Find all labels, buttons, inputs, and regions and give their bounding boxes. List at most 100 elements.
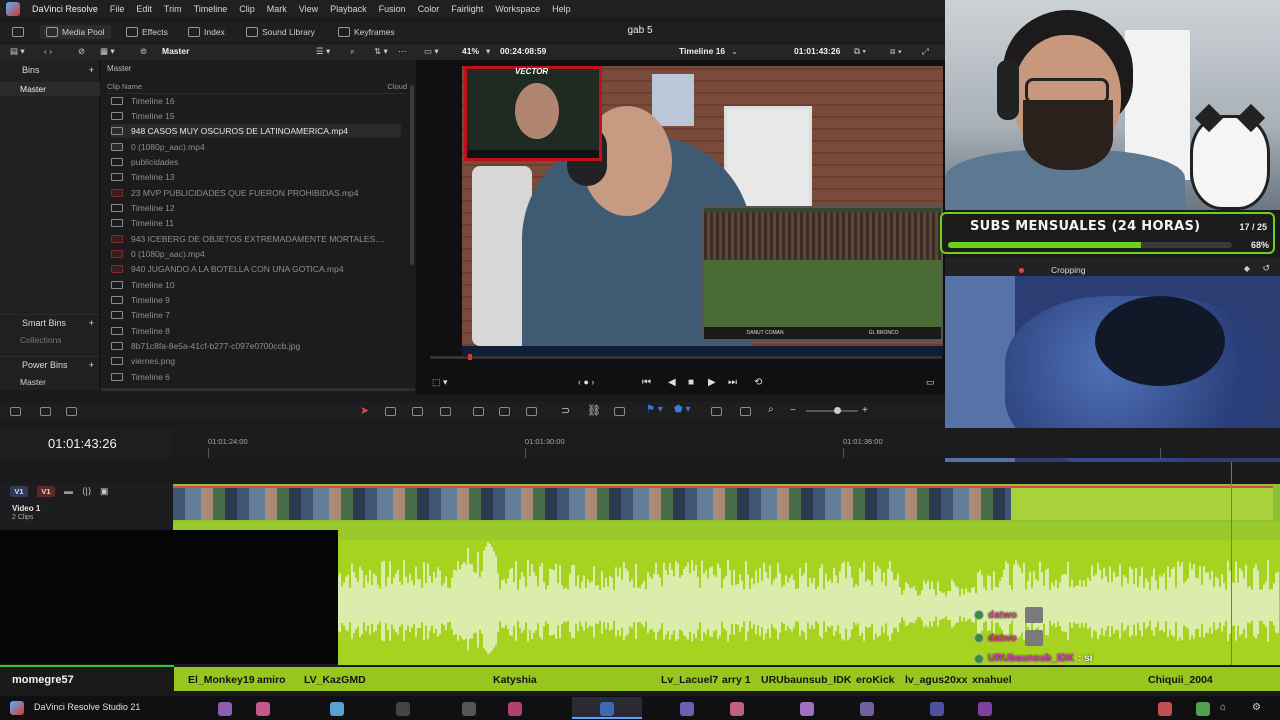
fullscreen-icon[interactable]: ⤢: [922, 46, 929, 57]
clip-item[interactable]: Timeline 12: [111, 201, 401, 215]
cinema-mode-icon[interactable]: ▭: [926, 377, 935, 388]
taskbar-app-icon[interactable]: [930, 702, 944, 716]
menu-trim[interactable]: Trim: [158, 4, 188, 14]
taskbar-app-icon[interactable]: [1158, 702, 1172, 716]
list-toggle-icon[interactable]: ☰ ▾: [316, 46, 330, 57]
media-pool-button[interactable]: Media Pool: [40, 25, 111, 39]
menu-fusion[interactable]: Fusion: [373, 4, 412, 14]
zoom-slider[interactable]: [806, 410, 858, 412]
crop-tool-icon[interactable]: ⬚ ▾: [432, 377, 448, 388]
menu-timeline[interactable]: Timeline: [188, 4, 234, 14]
clip-item[interactable]: Timeline 8: [111, 324, 401, 338]
clip-item[interactable]: Timeline 9: [111, 293, 401, 307]
menu-fairlight[interactable]: Fairlight: [445, 4, 489, 14]
index-button[interactable]: Index: [188, 25, 225, 39]
zoom-level[interactable]: 41%: [462, 46, 479, 56]
insert-clip-icon[interactable]: [473, 407, 484, 416]
metadata-icon[interactable]: ⊜: [140, 46, 147, 57]
timeline-dropdown-icon[interactable]: ⌄: [731, 46, 738, 57]
lock-icon[interactable]: [614, 407, 625, 416]
menu-edit[interactable]: Edit: [130, 4, 158, 14]
bin-options-icon[interactable]: ▦ ▾: [100, 46, 115, 57]
snapping-icon[interactable]: ⊃: [561, 404, 570, 417]
track-lock-icon[interactable]: ▬: [64, 486, 73, 496]
zoom-out-icon[interactable]: −: [790, 405, 796, 416]
taskbar-app-title[interactable]: DaVinci Resolve Studio 21: [34, 702, 140, 712]
menu-help[interactable]: Help: [546, 4, 577, 14]
clip-item[interactable]: 8b71c8fa-8e5a-41cf-b277-c097e0700ccb.jpg: [111, 339, 401, 353]
menu-playback[interactable]: Playback: [324, 4, 373, 14]
replace-clip-icon[interactable]: [526, 407, 537, 416]
taskbar-app-icon[interactable]: [730, 702, 744, 716]
home-icon[interactable]: ⌂: [1220, 702, 1226, 713]
taskbar-app-icon[interactable]: [396, 702, 410, 716]
detail-zoom-icon[interactable]: [740, 407, 751, 416]
reset-icon[interactable]: ↺: [1262, 263, 1270, 274]
taskbar-app-icon[interactable]: [860, 702, 874, 716]
zoom-slider-handle[interactable]: [834, 407, 841, 414]
power-bins-header[interactable]: Power Bins +: [0, 356, 100, 372]
resolve-app-icon[interactable]: [10, 701, 24, 715]
menu-file[interactable]: File: [104, 4, 131, 14]
safe-area-icon[interactable]: ⧈ ▾: [890, 46, 902, 57]
clip-item[interactable]: Timeline 15: [111, 109, 401, 123]
viewer-mode-icon[interactable]: ▭ ▾: [424, 46, 439, 57]
video-clip[interactable]: [173, 486, 1011, 520]
menu-workspace[interactable]: Workspace: [489, 4, 546, 14]
taskbar-app-icon[interactable]: [508, 702, 522, 716]
play-icon[interactable]: ▶: [708, 377, 716, 388]
track-output-icon[interactable]: ▣: [100, 486, 109, 497]
dest-v1-badge[interactable]: V1: [37, 486, 55, 497]
clip-list-scrollbar[interactable]: [410, 85, 414, 265]
flag-icon[interactable]: ⚑ ▾: [646, 404, 663, 415]
audio-clip[interactable]: [338, 540, 1280, 665]
workspace-toggle-button[interactable]: [12, 25, 24, 39]
timeline-timecode[interactable]: 01:01:43:26: [48, 436, 117, 451]
filter-icon[interactable]: ⊘: [78, 46, 85, 57]
clip-item[interactable]: 948 CASOS MUY OSCUROS DE LATINOAMERICA.m…: [111, 124, 401, 138]
keyframe-dot-icon[interactable]: [1019, 268, 1024, 273]
clip-item[interactable]: 943 ICEBERG DE OBJETOS EXTREMADAMENTE MO…: [111, 232, 401, 246]
loop-icon[interactable]: ⟲: [754, 377, 762, 388]
col-cloud[interactable]: Cloud: [387, 82, 407, 91]
clip-item[interactable]: viernes.png: [111, 354, 401, 368]
taskbar-app-icon[interactable]: [462, 702, 476, 716]
zoom-in-icon[interactable]: +: [862, 405, 868, 416]
taskbar-app-icon[interactable]: [256, 702, 270, 716]
add-bin-icon[interactable]: +: [89, 62, 94, 78]
track-name[interactable]: Video 1: [12, 504, 40, 513]
col-clip-name[interactable]: Clip Name: [107, 82, 142, 91]
match-frame-icon[interactable]: ‹ ● ›: [578, 377, 594, 387]
play-reverse-icon[interactable]: ◀: [668, 377, 676, 388]
clip-item[interactable]: 23 MVP PUBLICIDADES QUE FUERON PROHIBIDA…: [111, 186, 401, 200]
selection-tool-icon[interactable]: ➤: [360, 404, 369, 417]
menu-color[interactable]: Color: [412, 4, 446, 14]
taskbar-app-icon[interactable]: [978, 702, 992, 716]
timeline-playhead[interactable]: [1231, 462, 1232, 692]
effects-button[interactable]: Effects: [126, 25, 168, 39]
clip-item[interactable]: Timeline 10: [111, 278, 401, 292]
viewer-playhead[interactable]: [468, 354, 472, 360]
menu-mark[interactable]: Mark: [261, 4, 293, 14]
zoom-dropdown-icon[interactable]: ▾: [486, 46, 490, 57]
clip-item[interactable]: Timeline 6: [111, 370, 401, 384]
smart-bins-header[interactable]: Smart Bins +: [0, 314, 100, 330]
sound-library-button[interactable]: Sound Library: [246, 25, 315, 39]
settings-gear-icon[interactable]: ⚙: [1252, 702, 1261, 713]
clip-item[interactable]: 940 JUGANDO A LA BOTELLA CON UNA GOTICA.…: [111, 262, 401, 276]
trim-tool-icon[interactable]: [385, 407, 396, 416]
viewer-options-icon[interactable]: ⧉ ▾: [854, 46, 866, 57]
clip-item[interactable]: 0 (1080p_aac).mp4: [111, 140, 401, 154]
clip-item[interactable]: 0 (1080p_aac).mp4: [111, 247, 401, 261]
auto-select-icon[interactable]: ⟨|⟩: [82, 486, 91, 497]
marker-icon[interactable]: ⬟ ▾: [674, 404, 691, 415]
clip-item[interactable]: Timeline 7: [111, 308, 401, 322]
timeline-view-icon[interactable]: [10, 407, 21, 416]
taskbar-app-icon[interactable]: [330, 702, 344, 716]
clip-item[interactable]: Timeline 11: [111, 216, 401, 230]
stop-icon[interactable]: ■: [688, 377, 694, 388]
video-clip[interactable]: [1011, 486, 1273, 520]
taskbar-app-icon[interactable]: [800, 702, 814, 716]
mic-icon[interactable]: [66, 407, 77, 416]
audio-meter-icon[interactable]: [40, 407, 51, 416]
